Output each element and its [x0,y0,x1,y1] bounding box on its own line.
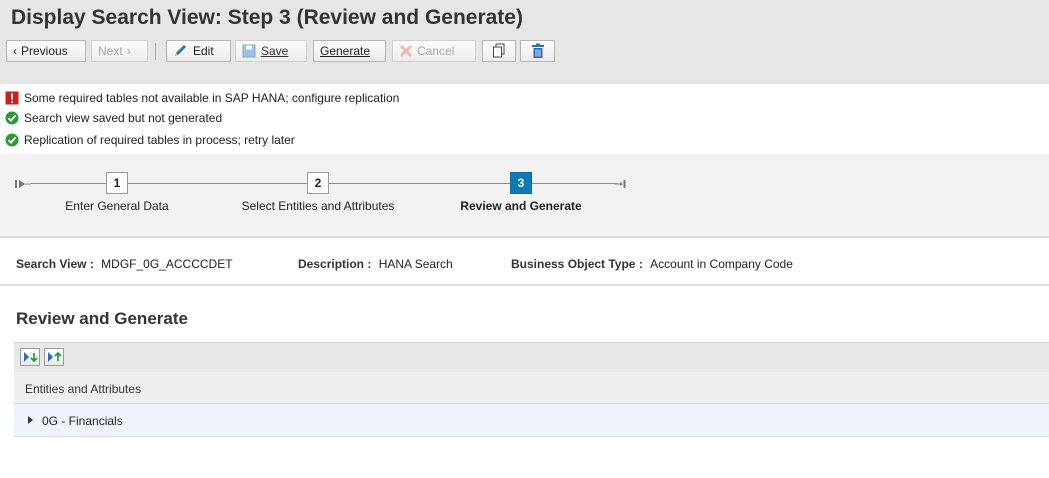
generate-button[interactable]: Generate [313,40,386,62]
roadmap-connector [128,183,307,184]
success-icon [5,111,19,125]
edit-button[interactable]: Edit [166,40,231,62]
expand-all-icon [24,352,38,363]
collapse-all-button[interactable] [44,348,64,366]
save-button[interactable]: Save [235,40,307,62]
roadmap-step-2[interactable]: 2 [307,172,329,194]
delete-button[interactable] [520,40,555,62]
business-object-type-label: Business Object Type : [511,257,643,271]
tree-toolbar [14,342,1049,372]
message-error: Some required tables not available in SA… [5,89,399,107]
collapse-all-icon [48,351,62,362]
business-object-type-field: Business Object Type : Account in Compan… [511,257,793,271]
save-disk-icon [242,44,256,58]
tree-row-label: 0G - Financials [42,414,123,428]
previous-label: Previous [21,44,68,58]
description-label: Description : [298,257,372,271]
message-success: Search view saved but not generated [5,109,222,127]
search-view-label: Search View : [16,257,94,271]
tree-row[interactable]: 0G - Financials [14,404,1049,437]
roadmap-start-icon [15,180,31,188]
expand-triangle-icon[interactable] [28,416,33,424]
page-header: Display Search View: Step 3 (Review and … [0,0,1049,84]
expand-all-button[interactable] [20,348,40,366]
save-label: Save [261,44,289,58]
roadmap-step-3-label: Review and Generate [460,199,582,213]
copy-button[interactable] [482,40,516,62]
edit-label: Edit [193,44,214,58]
section-title: Review and Generate [16,309,188,328]
roadmap-step-1-label: Enter General Data [65,199,169,213]
error-icon [5,91,19,105]
message-text: Replication of required tables in proces… [24,133,295,147]
roadmap-connector [329,183,510,184]
trash-icon [531,43,544,58]
cancel-x-icon [399,44,413,58]
search-view-field: Search View : MDGF_0G_ACCCCDET [16,257,233,271]
roadmap-connector [31,183,106,184]
roadmap-step-2-label: Select Entities and Attributes [241,199,395,213]
next-label: Next [98,44,123,58]
description-field: Description : HANA Search [298,257,453,271]
message-text: Some required tables not available in SA… [24,91,400,105]
toolbar-separator [155,43,156,60]
success-icon [5,133,19,147]
message-success: Replication of required tables in proces… [5,131,295,149]
previous-button[interactable]: ‹ Previous [6,40,86,62]
chevron-right-icon: › [126,44,131,58]
search-view-info: Search View : MDGF_0G_ACCCCDET Descripti… [0,240,1049,286]
pencil-icon [175,45,186,56]
roadmap-connector [532,183,618,184]
roadmap: 1 2 3 Enter General Data Select Entities… [0,154,1049,238]
message-text: Search view saved but not generated [24,111,223,125]
column-header-label: Entities and Attributes [25,382,142,396]
roadmap-step-1[interactable]: 1 [106,172,128,194]
message-area: Some required tables not available in SA… [0,84,1049,154]
next-button[interactable]: Next › [91,40,148,62]
copy-icon [493,43,505,58]
roadmap-step-3[interactable]: 3 [510,172,532,194]
cancel-label: Cancel [417,44,455,58]
roadmap-end-icon [614,180,626,188]
generate-label: Generate [320,44,371,58]
business-object-type-value: Account in Company Code [650,257,793,271]
cancel-button[interactable]: Cancel [392,40,476,62]
description-value: HANA Search [378,257,453,271]
page-title: Display Search View: Step 3 (Review and … [11,6,523,29]
chevron-left-icon: ‹ [13,44,17,58]
search-view-value: MDGF_0G_ACCCCDET [101,257,233,271]
tree-column-header: Entities and Attributes [14,372,1049,404]
